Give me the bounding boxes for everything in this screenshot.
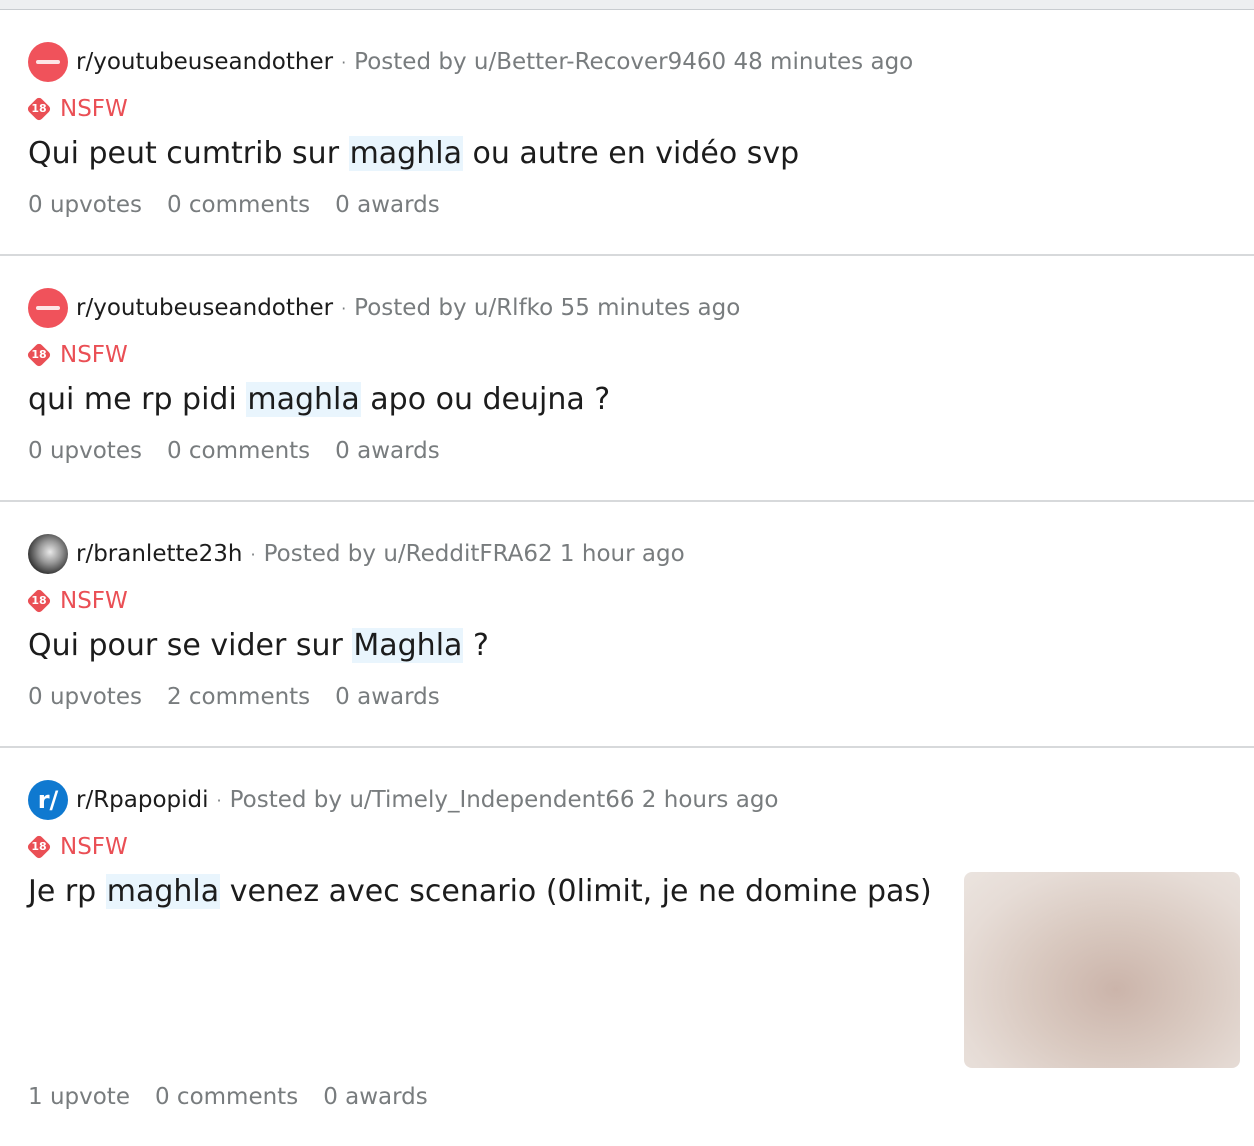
nsfw-18-icon: 18 xyxy=(26,834,52,860)
subreddit-avatar-icon[interactable] xyxy=(28,534,68,574)
post-thumbnail-blurred[interactable] xyxy=(964,872,1240,1068)
post-title[interactable]: Qui peut cumtrib sur maghla ou autre en … xyxy=(28,134,799,174)
post-stats: 0 upvotes 2 comments 0 awards xyxy=(28,684,440,710)
comment-count[interactable]: 0 comments xyxy=(167,438,310,464)
posted-by-text[interactable]: Posted by u/Rlfko 55 minutes ago xyxy=(354,295,740,321)
separator-dot: · xyxy=(341,298,347,318)
posted-by-text[interactable]: Posted by u/RedditFRA62 1 hour ago xyxy=(264,541,685,567)
upvote-count: 0 upvotes xyxy=(28,684,142,710)
search-highlight: Maghla xyxy=(352,628,464,663)
subreddit-link[interactable]: r/Rpapopidi xyxy=(76,787,209,813)
comment-count[interactable]: 0 comments xyxy=(167,192,310,218)
subreddit-link[interactable]: r/youtubeuseandother xyxy=(76,49,333,75)
post-meta: r/youtubeuseandother · Posted by u/Bette… xyxy=(28,42,913,82)
subreddit-link[interactable]: r/youtubeuseandother xyxy=(76,295,333,321)
subreddit-avatar-icon[interactable]: r/ xyxy=(28,780,68,820)
post-title[interactable]: Qui pour se vider sur Maghla ? xyxy=(28,626,489,666)
post-stats: 1 upvote 0 comments 0 awards xyxy=(28,1084,428,1110)
post-meta: r/ r/Rpapopidi · Posted by u/Timely_Inde… xyxy=(28,780,779,820)
subreddit-link[interactable]: r/branlette23h xyxy=(76,541,243,567)
top-strip xyxy=(0,0,1254,10)
nsfw-tag: 18 NSFW xyxy=(26,586,128,616)
nsfw-label: NSFW xyxy=(60,96,128,122)
award-count: 0 awards xyxy=(323,1084,428,1110)
search-highlight: maghla xyxy=(348,136,463,171)
subreddit-avatar-icon[interactable] xyxy=(28,288,68,328)
post-stats: 0 upvotes 0 comments 0 awards xyxy=(28,192,440,218)
award-count: 0 awards xyxy=(335,684,440,710)
subreddit-avatar-icon[interactable] xyxy=(28,42,68,82)
post-title[interactable]: Je rp maghla venez avec scenario (0limit… xyxy=(28,872,932,912)
nsfw-18-icon: 18 xyxy=(26,588,52,614)
post-card[interactable]: r/branlette23h · Posted by u/RedditFRA62… xyxy=(0,502,1254,748)
award-count: 0 awards xyxy=(335,192,440,218)
post-stats: 0 upvotes 0 comments 0 awards xyxy=(28,438,440,464)
post-meta: r/branlette23h · Posted by u/RedditFRA62… xyxy=(28,534,685,574)
upvote-count: 0 upvotes xyxy=(28,192,142,218)
separator-dot: · xyxy=(250,544,256,564)
separator-dot: · xyxy=(341,52,347,72)
nsfw-tag: 18 NSFW xyxy=(26,94,128,124)
posted-by-text[interactable]: Posted by u/Timely_Independent66 2 hours… xyxy=(230,787,779,813)
comment-count[interactable]: 0 comments xyxy=(155,1084,298,1110)
posted-by-text[interactable]: Posted by u/Better-Recover9460 48 minute… xyxy=(354,49,913,75)
post-card[interactable]: r/youtubeuseandother · Posted by u/Rlfko… xyxy=(0,256,1254,502)
post-card[interactable]: r/youtubeuseandother · Posted by u/Bette… xyxy=(0,10,1254,256)
nsfw-18-icon: 18 xyxy=(26,96,52,122)
search-highlight: maghla xyxy=(105,874,221,909)
post-meta: r/youtubeuseandother · Posted by u/Rlfko… xyxy=(28,288,740,328)
post-title[interactable]: qui me rp pidi maghla apo ou deujna ? xyxy=(28,380,610,420)
search-highlight: maghla xyxy=(246,382,361,417)
award-count: 0 awards xyxy=(335,438,440,464)
upvote-count: 1 upvote xyxy=(28,1084,130,1110)
nsfw-tag: 18 NSFW xyxy=(26,340,128,370)
nsfw-tag: 18 NSFW xyxy=(26,832,128,862)
separator-dot: · xyxy=(216,790,222,810)
upvote-count: 0 upvotes xyxy=(28,438,142,464)
nsfw-18-icon: 18 xyxy=(26,342,52,368)
comment-count[interactable]: 2 comments xyxy=(167,684,310,710)
nsfw-label: NSFW xyxy=(60,342,128,368)
nsfw-label: NSFW xyxy=(60,588,128,614)
nsfw-label: NSFW xyxy=(60,834,128,860)
